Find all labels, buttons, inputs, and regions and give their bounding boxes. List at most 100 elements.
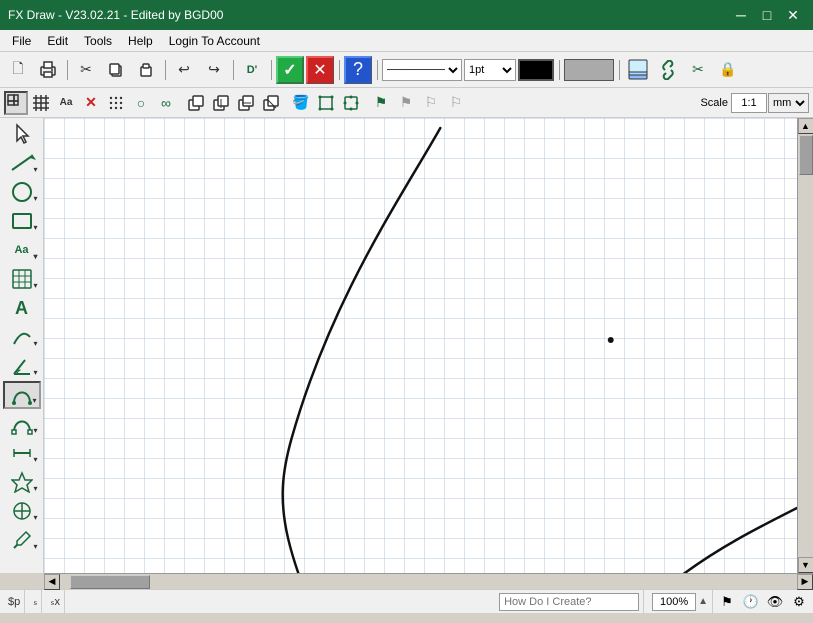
dup2-btn[interactable] <box>209 91 233 115</box>
minimize-button[interactable]: ─ <box>729 3 753 27</box>
pattern-picker[interactable] <box>564 59 614 81</box>
color-picker[interactable] <box>518 59 554 81</box>
flag3-btn[interactable]: ⚐ <box>419 91 443 115</box>
cut-button[interactable]: ✂ <box>72 56 100 84</box>
menu-edit[interactable]: Edit <box>39 32 76 50</box>
svg-drawing <box>44 118 797 573</box>
copy-button[interactable] <box>102 56 130 84</box>
scissors-btn[interactable]: ✂ <box>684 56 712 84</box>
zoom-input[interactable] <box>652 593 696 611</box>
line-style-select[interactable]: ───────── - - - - - · · · · · <box>382 59 462 81</box>
help-button[interactable]: ? <box>344 56 372 84</box>
settings-btn[interactable]: ⚙ <box>789 592 809 612</box>
scale-unit-select[interactable]: mm cm in <box>768 93 809 113</box>
window-controls: ─ □ ✕ <box>729 3 805 27</box>
scroll-left-btn[interactable]: ◀ <box>44 574 60 590</box>
curve-tool[interactable]: ▾ <box>3 323 41 351</box>
canvas-area[interactable]: ▲ ▼ <box>44 118 813 573</box>
text-label-tool[interactable]: Aa▾ <box>3 236 41 264</box>
menu-file[interactable]: File <box>4 32 39 50</box>
main-toolbar: 🗋 ✂ ↩ ↪ D' ✓ ✕ ? ───────── - - - - - · ·… <box>0 52 813 88</box>
sep7 <box>556 56 562 84</box>
scale-label: Scale <box>700 97 728 109</box>
transform2-btn[interactable] <box>339 91 363 115</box>
cross-btn[interactable]: ✕ <box>79 91 103 115</box>
sep5 <box>336 56 342 84</box>
text-tool[interactable]: A <box>3 294 41 322</box>
search-input[interactable] <box>499 593 639 611</box>
scale-input[interactable] <box>731 93 767 113</box>
paint-btn[interactable]: 🪣 <box>289 91 313 115</box>
flag2-btn[interactable]: ⚑ <box>394 91 418 115</box>
line-weight-select[interactable]: 1pt 2pt 3pt 4pt <box>464 59 516 81</box>
check-button[interactable]: ✓ <box>276 56 304 84</box>
history-btn[interactable]: 🕐 <box>741 592 761 612</box>
scroll-track-v[interactable] <box>798 134 813 557</box>
select-tool[interactable] <box>3 120 41 148</box>
paste-button[interactable] <box>132 56 160 84</box>
dimension-tool[interactable]: ▾ <box>3 439 41 467</box>
sep8 <box>616 56 622 84</box>
cancel-button[interactable]: ✕ <box>306 56 334 84</box>
redo-button[interactable]: ↪ <box>200 56 228 84</box>
secondary-toolbar: Aa ✕ ○ ∞ 🪣 ⚑ ⚑ ⚐ ⚐ Scale mm cm in <box>0 88 813 118</box>
zoom-up-btn[interactable]: ▲ <box>698 596 708 607</box>
dup1-btn[interactable] <box>184 91 208 115</box>
app-title: FX Draw - V23.02.21 - Edited by BGD00 <box>8 8 223 22</box>
derivative-button[interactable]: D' <box>238 56 266 84</box>
link-btn[interactable] <box>654 56 682 84</box>
grid-dots-btn[interactable] <box>4 91 28 115</box>
scroll-thumb-v[interactable] <box>799 135 813 175</box>
new-button[interactable]: 🗋 <box>4 56 32 84</box>
dup3-btn[interactable] <box>234 91 258 115</box>
text-snap-btn[interactable]: Aa <box>54 91 78 115</box>
dup4-btn[interactable] <box>259 91 283 115</box>
coord2-section: ₛ <box>29 590 42 613</box>
scroll-down-btn[interactable]: ▼ <box>798 557 813 573</box>
grid-tool[interactable]: ▾ <box>3 265 41 293</box>
scroll-right-btn[interactable]: ▶ <box>797 574 813 590</box>
symbol-tool[interactable]: ▾ <box>3 468 41 496</box>
vertical-scrollbar[interactable]: ▲ ▼ <box>797 118 813 573</box>
menu-bar: File Edit Tools Help Login To Account <box>0 30 813 52</box>
maximize-button[interactable]: □ <box>755 3 779 27</box>
horizontal-scrollbar[interactable]: ◀ ▶ <box>44 573 813 589</box>
coord-section: $p <box>4 590 25 613</box>
flag4-btn[interactable]: ⚐ <box>444 91 468 115</box>
menu-login[interactable]: Login To Account <box>161 32 268 50</box>
coord2: ₛ <box>33 595 37 608</box>
menu-tools[interactable]: Tools <box>76 32 120 50</box>
menu-help[interactable]: Help <box>120 32 161 50</box>
scroll-track-h[interactable] <box>60 574 797 589</box>
zoom-section: ▲ <box>648 590 713 613</box>
scroll-up-btn[interactable]: ▲ <box>798 118 813 134</box>
sep3 <box>230 56 236 84</box>
undo-button[interactable]: ↩ <box>170 56 198 84</box>
bezier-tool[interactable]: ▾ <box>3 381 41 409</box>
circle-tool[interactable]: ▾ <box>3 178 41 206</box>
node-edit-tool[interactable]: ▾ <box>3 410 41 438</box>
rectangle-tool[interactable]: ▾ <box>3 207 41 235</box>
eyedropper-tool[interactable]: ▾ <box>3 526 41 554</box>
status-bar: $p ₛ ₛx ▲ ⚑ 🕐 👁 ⚙ <box>0 589 813 613</box>
scroll-thumb-h[interactable] <box>70 575 150 589</box>
chain-btn[interactable]: ∞ <box>154 91 178 115</box>
sep6 <box>374 56 380 84</box>
view-btn[interactable]: 👁 <box>765 592 785 612</box>
drawing-canvas[interactable] <box>44 118 797 573</box>
line-tool[interactable]: ▾ <box>3 149 41 177</box>
close-button[interactable]: ✕ <box>781 3 805 27</box>
flag1-btn[interactable]: ⚑ <box>369 91 393 115</box>
lasso-btn[interactable]: ○ <box>129 91 153 115</box>
search-section <box>495 590 644 613</box>
sep2 <box>162 56 168 84</box>
grid-lines-btn[interactable] <box>29 91 53 115</box>
snap-tool[interactable]: ▾ <box>3 497 41 525</box>
lock-btn[interactable]: 🔒 <box>714 56 742 84</box>
flag-btn[interactable]: ⚑ <box>717 592 737 612</box>
dot-grid-btn[interactable] <box>104 91 128 115</box>
print-button[interactable] <box>34 56 62 84</box>
layer-btn[interactable] <box>624 56 652 84</box>
angle-tool[interactable]: ▾ <box>3 352 41 380</box>
transform1-btn[interactable] <box>314 91 338 115</box>
